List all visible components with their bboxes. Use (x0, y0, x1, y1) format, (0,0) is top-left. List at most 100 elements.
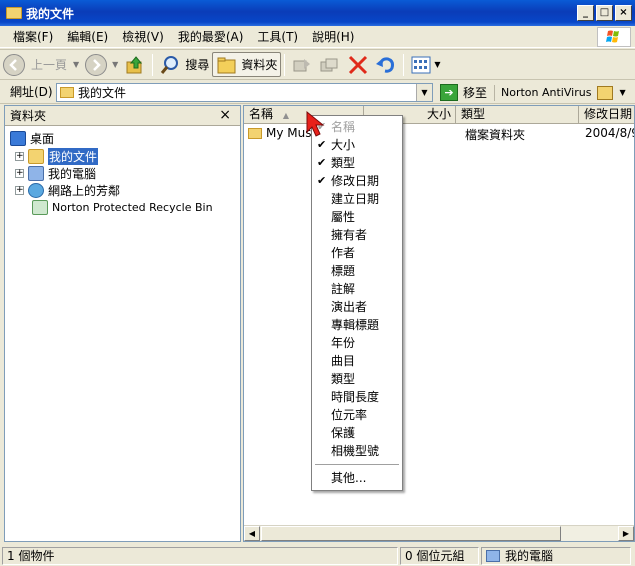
status-location: 我的電腦 (481, 547, 631, 565)
windows-logo-icon (597, 27, 631, 47)
copy-to-button[interactable] (316, 52, 344, 77)
column-header-type[interactable]: 類型 (456, 106, 579, 124)
address-value: 我的文件 (78, 86, 127, 100)
menu-item-column-year[interactable]: 年份 (312, 334, 402, 352)
menu-file[interactable]: 檔案(F) (6, 28, 60, 45)
column-header-modified[interactable]: 修改日期 (579, 106, 634, 124)
folders-pane: 資料夾 × 桌面 + 我的文件 + 我的電腦 + 網路上的芳鄰 Norton P… (4, 105, 241, 542)
expand-icon[interactable]: + (15, 168, 24, 178)
folders-pane-title: 資料夾 (10, 109, 47, 123)
menu-favorites[interactable]: 我的最愛(A) (171, 28, 251, 45)
menu-item-column-camera-model[interactable]: 相機型號 (312, 442, 402, 460)
file-list-pane: 名稱 ▲ 大小 類型 修改日期 My Music 檔案資料夾 2004/8/9 … (243, 105, 635, 542)
folder-icon (60, 87, 74, 98)
menu-item-column-comment[interactable]: 註解 (312, 280, 402, 298)
toolbar-separator (284, 53, 286, 76)
folders-button[interactable]: 資料夾 (212, 52, 282, 77)
up-folder-icon (126, 55, 143, 73)
horizontal-scrollbar[interactable]: ◀ ▶ (244, 525, 634, 541)
menu-bar: 檔案(F) 編輯(E) 檢視(V) 我的最愛(A) 工具(T) 說明(H) (0, 26, 635, 48)
tree-item-label: 網路上的芳鄰 (48, 183, 121, 198)
close-button[interactable]: × (615, 5, 632, 21)
address-dropdown-button[interactable]: ▼ (416, 84, 432, 101)
tree-item-network-places[interactable]: + 網路上的芳鄰 (15, 182, 120, 198)
computer-icon (28, 165, 44, 181)
address-separator (494, 85, 495, 101)
menu-item-label: 大小 (331, 138, 356, 152)
tree-item-desktop[interactable]: 桌面 (10, 130, 54, 146)
column-context-menu: ✔ 名稱 ✔ 大小 ✔ 類型 ✔ 修改日期 建立日期 屬性 擁有者 作者 標題 註解 演… (311, 115, 403, 491)
recycle-bin-icon (32, 199, 48, 215)
norton-label: Norton AntiVirus (501, 86, 592, 99)
check-icon: ✔ (317, 138, 327, 151)
title-bar: 我的文件 _ □ × (0, 0, 635, 26)
scroll-left-button[interactable]: ◀ (244, 526, 260, 541)
toolbar: 上一頁 ▼ ▼ 搜尋 資料夾 ▼ (0, 49, 635, 80)
menu-item-column-album[interactable]: 專輯標題 (312, 316, 402, 334)
back-arrow-icon (3, 53, 25, 76)
expand-icon[interactable]: + (15, 185, 24, 195)
menu-item-column-attributes[interactable]: 屬性 (312, 208, 402, 226)
status-size: 0 個位元組 (400, 547, 479, 565)
expand-icon[interactable]: + (15, 151, 24, 161)
menu-help[interactable]: 說明(H) (305, 28, 361, 45)
toolbar-separator (152, 53, 154, 76)
back-button[interactable]: 上一頁 ▼ (0, 52, 82, 77)
address-input[interactable]: 我的文件 ▼ (56, 83, 433, 102)
menu-item-column-genre[interactable]: 類型 (312, 370, 402, 388)
scrollbar-thumb[interactable] (261, 526, 561, 541)
menu-item-column-title[interactable]: 標題 (312, 262, 402, 280)
computer-icon (486, 550, 500, 562)
chevron-down-icon: ▼ (112, 60, 119, 69)
search-button[interactable]: 搜尋 (156, 52, 212, 77)
menu-item-column-track[interactable]: 曲目 (312, 352, 402, 370)
up-folder-button[interactable] (121, 52, 149, 77)
search-icon (161, 55, 179, 74)
undo-icon (376, 56, 395, 73)
tree-item-my-computer[interactable]: + 我的電腦 (15, 165, 96, 181)
menu-edit[interactable]: 編輯(E) (60, 28, 115, 45)
tree-item-recycle-bin[interactable]: Norton Protected Recycle Bin (32, 199, 213, 215)
menu-item-column-created[interactable]: 建立日期 (312, 190, 402, 208)
views-button[interactable]: ▼ (407, 52, 443, 77)
status-location-label: 我的電腦 (505, 549, 554, 563)
menu-item-column-owner[interactable]: 擁有者 (312, 226, 402, 244)
close-pane-button[interactable]: × (219, 107, 231, 123)
forward-button[interactable]: ▼ (82, 52, 121, 77)
menu-tools[interactable]: 工具(T) (250, 28, 305, 45)
forward-arrow-icon (85, 53, 108, 76)
delete-button[interactable] (344, 52, 372, 77)
tree-item-my-documents[interactable]: + 我的文件 (15, 147, 99, 165)
folders-label: 資料夾 (241, 58, 278, 72)
menu-item-column-type[interactable]: ✔ 類型 (312, 154, 402, 172)
menu-item-column-modified[interactable]: ✔ 修改日期 (312, 172, 402, 190)
status-bar: 1 個物件 0 個位元組 我的電腦 (0, 545, 635, 566)
move-to-button[interactable] (288, 52, 316, 77)
menu-item-column-bitrate[interactable]: 位元率 (312, 406, 402, 424)
folder-icon (6, 7, 22, 19)
menu-item-more[interactable]: 其他... (312, 469, 402, 487)
menu-item-label: 類型 (331, 156, 356, 170)
scroll-right-button[interactable]: ▶ (618, 526, 634, 541)
copy-to-icon (320, 58, 338, 71)
folders-pane-header: 資料夾 × (5, 106, 240, 126)
go-button[interactable]: ➔ 移至 (440, 83, 487, 102)
maximize-button[interactable]: □ (596, 5, 613, 21)
menu-item-column-duration[interactable]: 時間長度 (312, 388, 402, 406)
menu-item-column-artist[interactable]: 演出者 (312, 298, 402, 316)
undo-button[interactable] (372, 52, 400, 77)
minimize-button[interactable]: _ (577, 5, 594, 21)
folders-icon (217, 57, 236, 73)
menu-item-column-protected[interactable]: 保護 (312, 424, 402, 442)
menu-view[interactable]: 檢視(V) (115, 28, 171, 45)
file-type: 檔案資料夾 (465, 128, 526, 142)
sort-ascending-icon: ▲ (282, 111, 289, 120)
menu-item-label: 修改日期 (331, 174, 380, 188)
address-label: 網址(D) (10, 85, 53, 99)
window-title: 我的文件 (26, 6, 75, 21)
menu-item-column-author[interactable]: 作者 (312, 244, 402, 262)
go-arrow-icon: ➔ (440, 84, 458, 101)
menu-item-column-size[interactable]: ✔ 大小 (312, 136, 402, 154)
norton-antivirus-button[interactable]: Norton AntiVirus ▼ (501, 83, 626, 102)
back-label: 上一頁 (31, 58, 68, 72)
